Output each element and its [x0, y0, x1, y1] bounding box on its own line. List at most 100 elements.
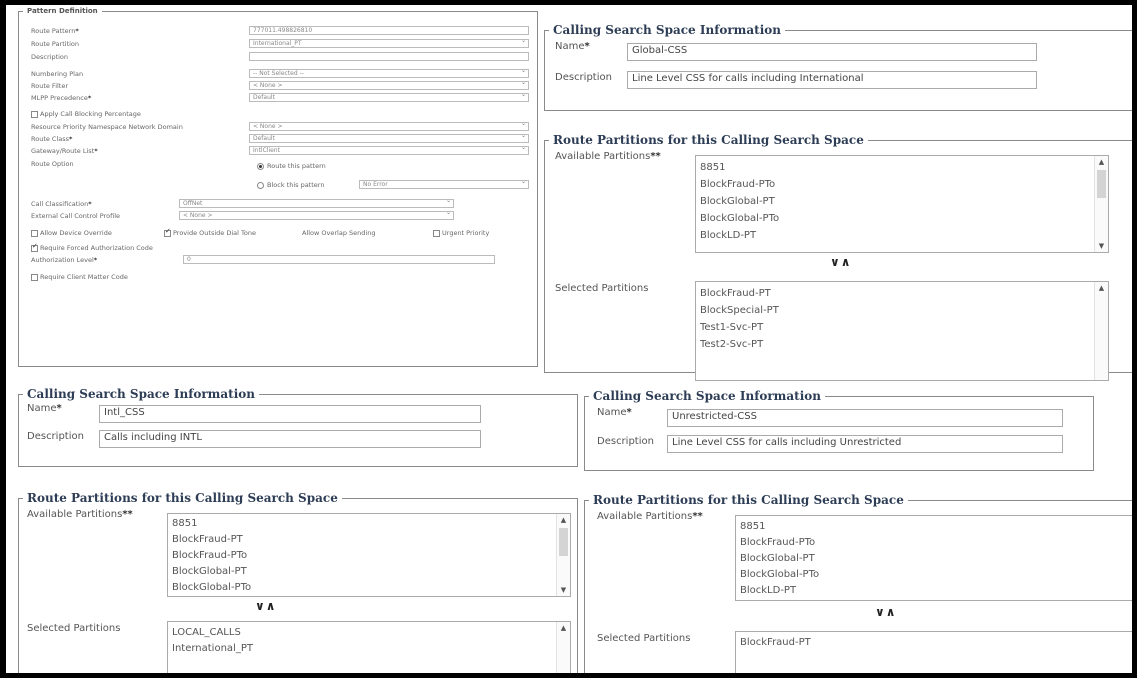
call-classification-select[interactable]: OffNet	[179, 199, 454, 208]
partition-list-item[interactable]: BlockGlobal-PT	[168, 564, 570, 580]
scroll-down-icon[interactable]: ▼	[1095, 242, 1108, 250]
global-css-name-label: Name*	[555, 41, 590, 52]
unrestricted-css-selected-list[interactable]: BlockFraud-PT	[735, 631, 1132, 673]
intl-css-partitions-legend: Route Partitions for this Calling Search…	[27, 491, 338, 505]
global-css-selected-label: Selected Partitions	[555, 283, 649, 294]
provide-outside-dial-tone-option[interactable]: Provide Outside Dial Tone	[164, 227, 256, 237]
partition-list-item[interactable]: BlockGlobal-PTo	[736, 567, 1132, 583]
route-option-label: Route Option	[31, 160, 74, 168]
require-cmc-option[interactable]: Require Client Matter Code	[31, 273, 128, 281]
block-this-pattern-option[interactable]: Block this pattern	[257, 181, 324, 189]
global-css-move-arrows-icon[interactable]: ∨∧	[830, 255, 852, 269]
external-call-control-select[interactable]: < None >	[179, 211, 454, 220]
authorization-level-field[interactable]: 0	[183, 255, 495, 264]
scroll-up-icon[interactable]: ▲	[557, 624, 570, 632]
global-css-available-list[interactable]: 8851 BlockFraud-PTo BlockGlobal-PT BlockGlo…	[695, 155, 1109, 253]
unrestricted-css-info-legend: Calling Search Space Information	[593, 389, 821, 403]
scroll-thumb[interactable]	[559, 528, 568, 556]
scroll-up-icon[interactable]: ▲	[1095, 158, 1108, 166]
allow-device-override-option[interactable]: Allow Device Override	[31, 229, 112, 237]
partition-list-item[interactable]: Test1-Svc-PT	[696, 319, 1108, 336]
unrestricted-css-description-field[interactable]: Line Level CSS for calls including Unres…	[667, 435, 1063, 453]
urgent-priority-option[interactable]: Urgent Priority	[433, 229, 489, 237]
require-fac-option[interactable]: Require Forced Authorization Code	[31, 242, 153, 252]
global-css-description-field[interactable]: Line Level CSS for calls including Inter…	[627, 71, 1037, 89]
gateway-label: Gateway/Route List*	[31, 147, 98, 155]
route-class-select[interactable]: Default	[249, 134, 529, 143]
route-partition-select[interactable]: International_PT	[249, 39, 529, 48]
resource-priority-select[interactable]: < None >	[249, 122, 529, 131]
numbering-plan-select[interactable]: -- Not Selected --	[249, 69, 529, 78]
partition-list-item[interactable]: BlockGlobal-PT	[736, 551, 1132, 567]
unrestricted-css-move-arrows-icon[interactable]: ∨∧	[875, 605, 897, 619]
allow-overlap-sending-option[interactable]: Allow Overlap Sending	[302, 229, 375, 237]
unrestricted-css-available-list[interactable]: 8851 BlockFraud-PTo BlockGlobal-PT BlockGlo…	[735, 515, 1132, 601]
scroll-down-icon[interactable]: ▼	[557, 586, 570, 594]
partition-list-item[interactable]: 8851	[696, 159, 1108, 176]
partition-list-item[interactable]: BlockLD-PT	[696, 227, 1108, 244]
intl-css-move-arrows-icon[interactable]: ∨∧	[255, 599, 277, 613]
apply-call-blocking-checkbox[interactable]	[31, 110, 38, 118]
route-this-pattern-radio[interactable]	[257, 162, 264, 170]
partition-list-item[interactable]: BlockFraud-PT	[736, 635, 1132, 651]
call-classification-label: Call Classification*	[31, 200, 92, 208]
description-field[interactable]	[249, 52, 529, 61]
route-class-label: Route Class*	[31, 135, 73, 143]
global-css-selected-list[interactable]: BlockFraud-PT BlockSpecial-PT Test1-Svc-PT…	[695, 281, 1109, 381]
partition-list-item[interactable]: BlockFraud-PTo	[736, 535, 1132, 551]
numbering-plan-label: Numbering Plan	[31, 70, 84, 78]
intl-css-available-label: Available Partitions**	[27, 509, 133, 520]
unrestricted-css-available-label: Available Partitions**	[597, 511, 703, 522]
screenshot-frame: Pattern Definition Route Pattern* 777011…	[4, 3, 1134, 675]
unrestricted-css-selected-label: Selected Partitions	[597, 633, 691, 644]
partition-list-item[interactable]: LOCAL_CALLS	[168, 625, 570, 641]
route-this-pattern-option[interactable]: Route this pattern	[257, 162, 326, 170]
allow-device-override-checkbox[interactable]	[31, 229, 38, 237]
partition-list-item[interactable]: International_PT	[168, 641, 570, 657]
intl-css-info-legend: Calling Search Space Information	[27, 387, 255, 401]
global-css-available-scrollbar[interactable]: ▲ ▼	[1094, 156, 1108, 252]
route-filter-select[interactable]: < None >	[249, 81, 529, 90]
partition-list-item[interactable]: 8851	[168, 516, 570, 532]
partition-list-item[interactable]: 8851	[736, 519, 1132, 535]
unrestricted-css-partitions-section: Route Partitions for this Calling Search…	[584, 493, 1132, 673]
partition-list-item[interactable]: BlockGlobal-PTo	[168, 580, 570, 596]
partition-list-item[interactable]: BlockFraud-PT	[168, 532, 570, 548]
global-css-name-field[interactable]: Global-CSS	[627, 43, 1037, 61]
global-css-available-label: Available Partitions**	[555, 151, 661, 162]
scroll-thumb[interactable]	[1097, 170, 1106, 198]
global-css-info-legend: Calling Search Space Information	[553, 23, 781, 37]
partition-list-item[interactable]: BlockFraud-PTo	[696, 176, 1108, 193]
partition-list-item[interactable]: BlockFraud-PTo	[168, 548, 570, 564]
provide-outside-dial-tone-checkbox[interactable]	[164, 227, 171, 237]
intl-css-description-field[interactable]: Calls including INTL	[99, 430, 481, 448]
pattern-definition-section: Pattern Definition Route Pattern* 777011…	[18, 7, 538, 367]
scroll-up-icon[interactable]: ▲	[557, 516, 570, 524]
intl-css-available-list[interactable]: 8851 BlockFraud-PT BlockFraud-PTo BlockGlob…	[167, 513, 571, 597]
partition-list-item[interactable]: BlockSpecial-PT	[696, 302, 1108, 319]
global-css-selected-scrollbar[interactable]: ▲	[1094, 282, 1108, 380]
require-fac-checkbox[interactable]	[31, 242, 38, 252]
apply-call-blocking-option[interactable]: Apply Call Blocking Percentage	[31, 110, 141, 118]
intl-css-selected-list[interactable]: LOCAL_CALLS International_PT ▲	[167, 621, 571, 673]
intl-css-info-section: Calling Search Space Information Name* I…	[18, 387, 578, 467]
block-reason-select[interactable]: No Error	[359, 180, 529, 189]
unrestricted-css-name-field[interactable]: Unrestricted-CSS	[667, 409, 1063, 427]
route-pattern-field[interactable]: 777011.498826810	[249, 26, 529, 35]
intl-css-available-scrollbar[interactable]: ▲ ▼	[556, 514, 570, 596]
partition-list-item[interactable]: BlockGlobal-PTo	[696, 210, 1108, 227]
intl-css-selected-scrollbar[interactable]: ▲	[556, 622, 570, 673]
intl-css-name-field[interactable]: Intl_CSS	[99, 405, 481, 423]
gateway-select[interactable]: IntlClient	[249, 146, 529, 155]
partition-list-item[interactable]: BlockGlobal-PT	[696, 193, 1108, 210]
scroll-up-icon[interactable]: ▲	[1095, 284, 1108, 292]
urgent-priority-checkbox[interactable]	[433, 229, 440, 237]
require-cmc-checkbox[interactable]	[31, 273, 38, 281]
unrestricted-css-name-label: Name*	[597, 407, 632, 418]
partition-list-item[interactable]: BlockLD-PT	[736, 583, 1132, 599]
mlpp-select[interactable]: Default	[249, 93, 529, 102]
partition-list-item[interactable]: Test2-Svc-PT	[696, 336, 1108, 353]
partition-list-item[interactable]: BlockFraud-PT	[696, 285, 1108, 302]
resource-priority-label: Resource Priority Namespace Network Doma…	[31, 123, 183, 131]
block-this-pattern-radio[interactable]	[257, 181, 264, 189]
